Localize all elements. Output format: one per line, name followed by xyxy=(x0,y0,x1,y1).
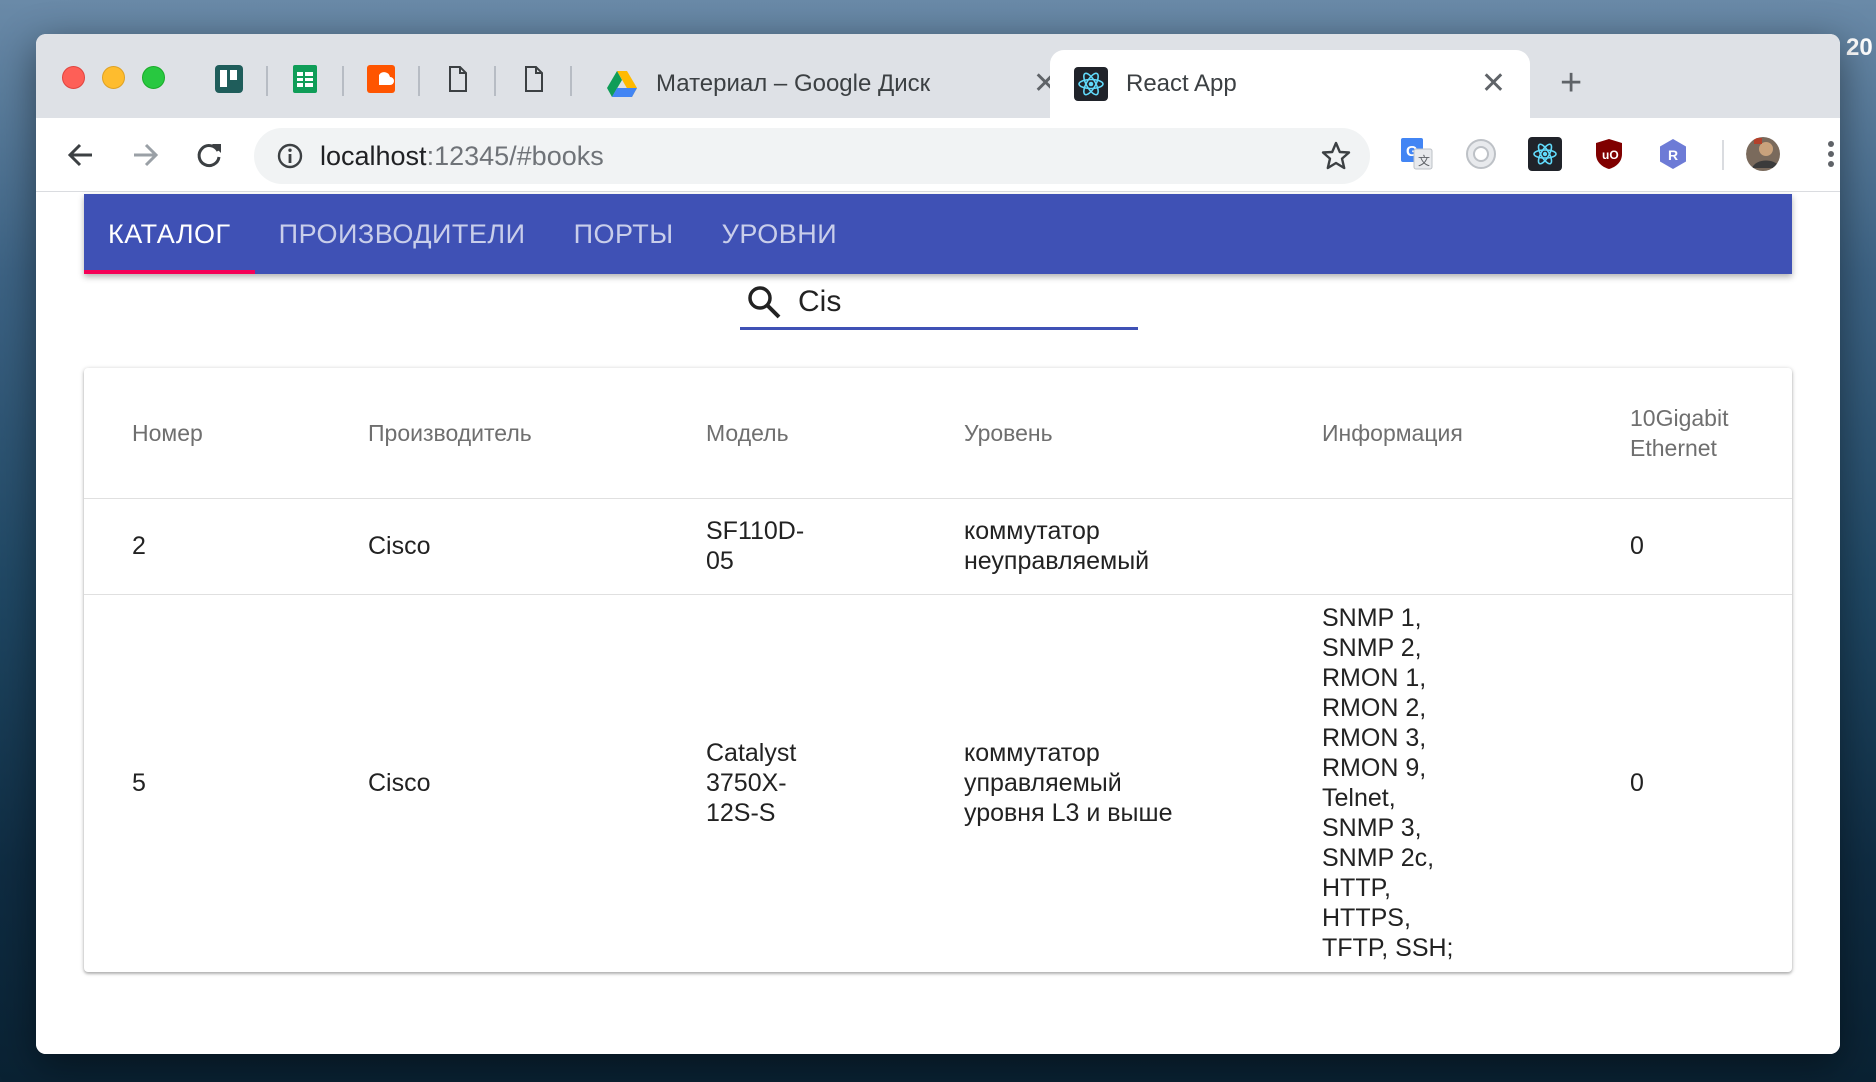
tab-levels[interactable]: УРОВНИ xyxy=(698,194,861,274)
header-number[interactable]: Номер xyxy=(84,368,368,499)
cell-number: 5 xyxy=(132,769,146,798)
url-text: localhost:12345/#books xyxy=(320,141,604,172)
cell-10gigabit: 0 xyxy=(1630,769,1644,798)
catalog-table-card: Номер Производитель Модель Уровень Инфор… xyxy=(84,368,1792,972)
reload-button[interactable] xyxy=(190,136,228,174)
tab-title: React App xyxy=(1126,70,1237,97)
minimize-window-button[interactable] xyxy=(102,66,125,89)
tab-google-drive[interactable]: Материал – Google Диск ✕ xyxy=(582,50,1082,118)
table-row[interactable]: 2 Cisco SF110D-05 коммутатор неуправляем… xyxy=(84,498,1792,595)
model-text: SF110D-05 xyxy=(706,517,805,575)
tab-separator xyxy=(494,66,496,96)
search-input[interactable] xyxy=(798,284,1118,319)
arrow-right-icon xyxy=(134,143,159,167)
info-text: SNMP 1, SNMP 2, RMON 1, RMON 2, RMON 3, … xyxy=(1322,604,1454,963)
react-devtools-extension-icon[interactable] xyxy=(1528,137,1562,171)
model-text: Catalyst 3750X-12S-S xyxy=(706,739,797,828)
header-manufacturer[interactable]: Производитель xyxy=(368,368,706,499)
menu-dots-icon[interactable] xyxy=(1814,137,1840,171)
header-level[interactable]: Уровень xyxy=(964,368,1322,499)
table-header-row: Номер Производитель Модель Уровень Инфор… xyxy=(84,368,1792,499)
tab-manufacturers[interactable]: ПРОИЗВОДИТЕЛИ xyxy=(255,194,550,274)
search-icon xyxy=(748,285,781,318)
google-translate-extension-icon[interactable]: G文 xyxy=(1400,137,1434,171)
cell-info: SNMP 1, SNMP 2, RMON 1, RMON 2, RMON 3, … xyxy=(1322,594,1630,972)
cell-model: SF110D-05 xyxy=(706,498,964,595)
zoom-window-button[interactable] xyxy=(142,66,165,89)
reload-icon xyxy=(197,144,221,167)
app-bar: КАТАЛОГ ПРОИЗВОДИТЕЛИ ПОРТЫ УРОВНИ xyxy=(84,194,1792,274)
desktop-clock: 20 xyxy=(1846,34,1873,61)
back-button[interactable] xyxy=(62,136,100,174)
profile-avatar[interactable] xyxy=(1746,137,1780,171)
cell-level: коммутатор управляемый уровня L3 и выше xyxy=(964,594,1322,972)
address-bar[interactable]: localhost:12345/#books xyxy=(254,128,1370,184)
close-tab-icon[interactable]: ✕ xyxy=(1481,69,1506,99)
cell-info xyxy=(1322,498,1630,595)
tab-title: Материал – Google Диск xyxy=(656,70,931,97)
catalog-table: Номер Производитель Модель Уровень Инфор… xyxy=(84,368,1792,972)
header-model[interactable]: Модель xyxy=(706,368,964,499)
tab-ports[interactable]: ПОРТЫ xyxy=(550,194,698,274)
tab-separator xyxy=(266,66,268,96)
url-path: :12345/#books xyxy=(426,140,604,171)
r-extension-icon[interactable]: R xyxy=(1656,137,1690,171)
level-text: коммутатор неуправляемый xyxy=(964,517,1150,575)
browser-toolbar: localhost:12345/#books G文 uO R xyxy=(36,118,1840,192)
svg-text:uO: uO xyxy=(1602,148,1619,162)
ublock-extension-icon[interactable]: uO xyxy=(1592,137,1626,171)
trello-tab-icon[interactable] xyxy=(214,64,244,94)
header-info[interactable]: Информация xyxy=(1322,368,1630,499)
soundcloud-tab-icon[interactable] xyxy=(366,64,396,94)
react-icon xyxy=(1074,67,1108,101)
cell-manufacturer: Cisco xyxy=(368,498,706,595)
tab-strip: Материал – Google Диск ✕ React App ✕ + xyxy=(36,34,1840,118)
search-field xyxy=(740,276,1138,330)
new-tab-button[interactable]: + xyxy=(1560,64,1582,102)
page-content: КАТАЛОГ ПРОИЗВОДИТЕЛИ ПОРТЫ УРОВНИ Номер… xyxy=(36,192,1840,1054)
sheets-tab-icon[interactable] xyxy=(290,64,320,94)
cell-manufacturer: Cisco xyxy=(368,769,431,798)
cell-10gigabit: 0 xyxy=(1630,498,1792,595)
tab-separator xyxy=(570,66,572,96)
browser-window: Материал – Google Диск ✕ React App ✕ + l… xyxy=(36,34,1840,1054)
tab-separator xyxy=(418,66,420,96)
level-text: коммутатор управляемый уровня L3 и выше xyxy=(964,739,1173,828)
forward-button[interactable] xyxy=(126,136,164,174)
tab-catalog[interactable]: КАТАЛОГ xyxy=(84,194,255,274)
arrow-left-icon xyxy=(67,143,92,167)
table-row[interactable]: 5 Cisco Catalyst 3750X-12S-S коммутатор … xyxy=(84,594,1792,972)
google-drive-icon xyxy=(607,71,637,97)
tab-react-app[interactable]: React App ✕ xyxy=(1050,50,1530,118)
bookmark-star-icon[interactable] xyxy=(1320,140,1352,172)
circle-extension-icon[interactable] xyxy=(1464,137,1498,171)
header-10gigabit[interactable]: 10Gigabit Ethernet xyxy=(1630,368,1792,499)
close-window-button[interactable] xyxy=(62,66,85,89)
document-tab-icon[interactable] xyxy=(518,64,548,94)
cell-level: коммутатор неуправляемый xyxy=(964,498,1322,595)
url-host: localhost xyxy=(320,140,427,171)
document-tab-icon[interactable] xyxy=(442,64,472,94)
info-icon[interactable] xyxy=(276,142,304,170)
cell-model: Catalyst 3750X-12S-S xyxy=(706,594,964,972)
header-10gigabit-label: 10Gigabit Ethernet xyxy=(1630,404,1729,461)
cell-number: 2 xyxy=(84,498,368,595)
toolbar-separator xyxy=(1722,140,1724,170)
svg-text:文: 文 xyxy=(1418,153,1430,168)
svg-text:R: R xyxy=(1668,147,1678,163)
tab-separator xyxy=(342,66,344,96)
